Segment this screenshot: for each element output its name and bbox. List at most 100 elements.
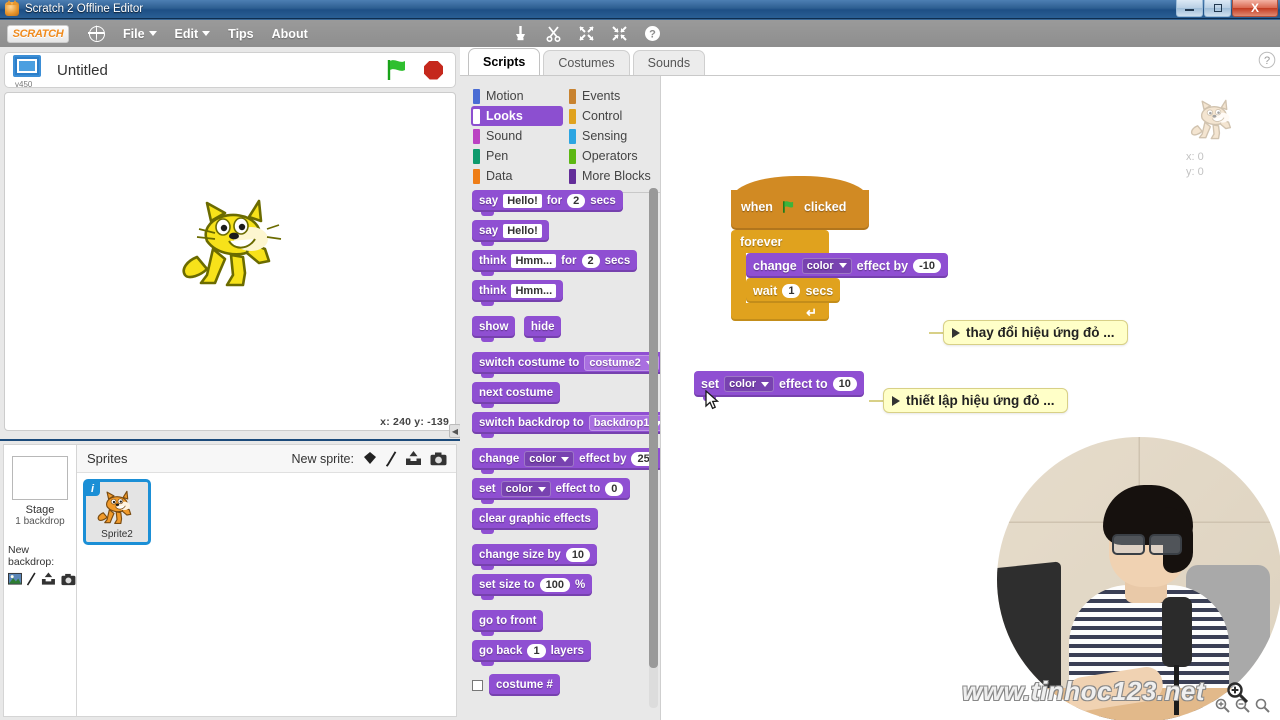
library-icon[interactable] [362, 451, 378, 466]
block-dropdown[interactable]: color [724, 376, 774, 392]
grow-icon[interactable] [578, 25, 595, 42]
menu-about[interactable]: About [272, 27, 308, 41]
tab-scripts[interactable]: Scripts [468, 48, 541, 75]
cut-icon[interactable] [545, 25, 562, 42]
palette-block-next-costume[interactable]: next costume [472, 382, 561, 408]
palette-block-list: say Hello! for 2 secs say Hello! think H… [468, 186, 664, 720]
duplicate-icon[interactable] [512, 25, 529, 42]
block-text-field[interactable]: Hello! [503, 194, 542, 208]
block-number-field[interactable]: 0 [605, 482, 624, 496]
category-control[interactable]: Control [567, 106, 659, 126]
block-wait-secs[interactable]: wait 1 secs [746, 278, 841, 303]
block-number-field[interactable]: 100 [539, 578, 570, 592]
block-number-field[interactable]: 2 [581, 254, 600, 268]
magnifier-icon[interactable] [1226, 681, 1248, 703]
category-sensing[interactable]: Sensing [567, 126, 659, 146]
category-motion[interactable]: Motion [471, 86, 563, 106]
stop-sign-icon[interactable] [424, 60, 443, 80]
palette-block-hide[interactable]: hide [523, 316, 562, 342]
palette-block-costume-number[interactable]: costume # [489, 674, 560, 696]
palette-block-think[interactable]: think Hmm... [472, 280, 564, 306]
category-more-blocks[interactable]: More Blocks [567, 166, 659, 186]
tab-costumes[interactable]: Costumes [543, 50, 630, 75]
close-button[interactable]: X [1232, 0, 1278, 17]
palette-block-change-effect[interactable]: change color effect by 25 [472, 448, 663, 474]
palette-block-switch-costume[interactable]: switch costume to costume2 [472, 352, 664, 378]
palette-block-switch-backdrop[interactable]: switch backdrop to backdrop1 [472, 412, 664, 438]
paint-icon[interactable] [386, 450, 397, 467]
palette-block-change-size[interactable]: change size by 10 [472, 544, 598, 570]
reporter-checkbox[interactable] [472, 679, 483, 691]
camera-icon[interactable] [61, 573, 76, 586]
menu-edit[interactable]: Edit [175, 27, 211, 41]
palette-block-say[interactable]: say Hello! [472, 220, 549, 246]
sprite-thumbnail-sprite2[interactable]: i Sprite2 [83, 479, 151, 545]
block-forever[interactable]: forever change color effect by -10 wait … [731, 230, 948, 321]
camera-icon[interactable] [430, 452, 447, 466]
palette-block-show[interactable]: show [472, 316, 516, 342]
stage-thumbnail[interactable] [12, 456, 68, 500]
stage-sprite-cat[interactable] [173, 183, 293, 303]
block-number-field[interactable]: 10 [565, 548, 591, 562]
block-dropdown[interactable]: color [524, 451, 575, 467]
category-swatch [569, 108, 576, 124]
tab-sounds[interactable]: Sounds [632, 50, 706, 75]
palette-block-say-for-secs[interactable]: say Hello! for 2 secs [472, 190, 623, 216]
script-stack-main[interactable]: when clicked forever change color effect… [731, 176, 948, 321]
block-dropdown[interactable]: color [801, 257, 852, 274]
scratch-logo[interactable]: SCRATCH [7, 24, 69, 43]
palette-block-set-effect[interactable]: set color effect to 0 [472, 478, 631, 504]
menu-tips[interactable]: Tips [228, 27, 253, 41]
block-set-color-effect[interactable]: set color effect to 10 [694, 371, 864, 401]
project-title[interactable]: Untitled [57, 62, 108, 79]
palette-block-think-for-secs[interactable]: think Hmm... for 2 secs [472, 250, 638, 276]
block-number-field[interactable]: 2 [567, 194, 586, 208]
upload-icon[interactable] [405, 451, 422, 466]
paint-icon[interactable] [26, 572, 36, 586]
block-label: secs [604, 255, 631, 267]
green-flag-icon[interactable] [384, 58, 410, 82]
palette-block-clear-effects[interactable]: clear graphic effects [472, 508, 598, 534]
block-change-color-effect[interactable]: change color effect by -10 [746, 253, 948, 282]
library-icon[interactable] [8, 572, 22, 586]
help-icon[interactable]: ? [1258, 51, 1276, 69]
palette-block-set-size[interactable]: set size to 100 % [472, 574, 593, 600]
block-number-field[interactable]: 1 [782, 283, 801, 298]
category-operators[interactable]: Operators [567, 146, 659, 166]
block-dropdown[interactable]: color [500, 481, 551, 497]
block-number-field[interactable]: -10 [913, 258, 941, 273]
block-text-field[interactable]: Hmm... [511, 284, 557, 298]
menu-file[interactable]: File [123, 27, 157, 41]
stage-canvas[interactable]: x: 240 y: -139 [4, 92, 456, 431]
category-events[interactable]: Events [567, 86, 659, 106]
block-number-field[interactable]: 1 [527, 644, 546, 658]
category-looks[interactable]: Looks [471, 106, 563, 126]
upload-icon[interactable] [41, 572, 56, 586]
block-number-field[interactable]: 10 [832, 377, 857, 391]
sprite-info-badge[interactable]: i [85, 481, 100, 496]
comment-expand-icon[interactable] [952, 327, 960, 338]
block-when-flag-clicked[interactable]: when clicked [731, 176, 869, 230]
category-data[interactable]: Data [471, 166, 563, 186]
comment-expand-icon[interactable] [892, 395, 900, 406]
palette-scrollbar-thumb[interactable] [649, 188, 658, 668]
restore-button[interactable] [1204, 0, 1231, 17]
editor-help-button[interactable]: ? [1258, 51, 1276, 74]
shrink-icon[interactable] [611, 25, 628, 42]
palette-scrollbar[interactable] [649, 188, 658, 708]
block-text-field[interactable]: Hello! [503, 224, 542, 238]
block-dropdown[interactable]: costume2 [584, 355, 659, 371]
globe-icon[interactable] [88, 24, 105, 42]
comment-set-effect[interactable]: thiết lập hiệu ứng đỏ ... [883, 388, 1068, 413]
stage-selector[interactable]: Stage 1 backdrop New backdrop: [3, 444, 76, 717]
help-icon[interactable]: ? [644, 25, 661, 42]
comment-change-effect[interactable]: thay đổi hiệu ứng đỏ ... [943, 320, 1128, 345]
category-sound[interactable]: Sound [471, 126, 563, 146]
category-pen[interactable]: Pen [471, 146, 563, 166]
minimize-button[interactable] [1176, 0, 1203, 17]
fullscreen-stage-icon[interactable]: v450 [13, 55, 47, 89]
palette-block-go-back-layers[interactable]: go back 1 layers [472, 640, 591, 666]
script-stack-set-effect[interactable]: set color effect to 10 [694, 371, 864, 401]
block-text-field[interactable]: Hmm... [511, 254, 557, 268]
palette-block-go-to-front[interactable]: go to front [472, 610, 544, 636]
